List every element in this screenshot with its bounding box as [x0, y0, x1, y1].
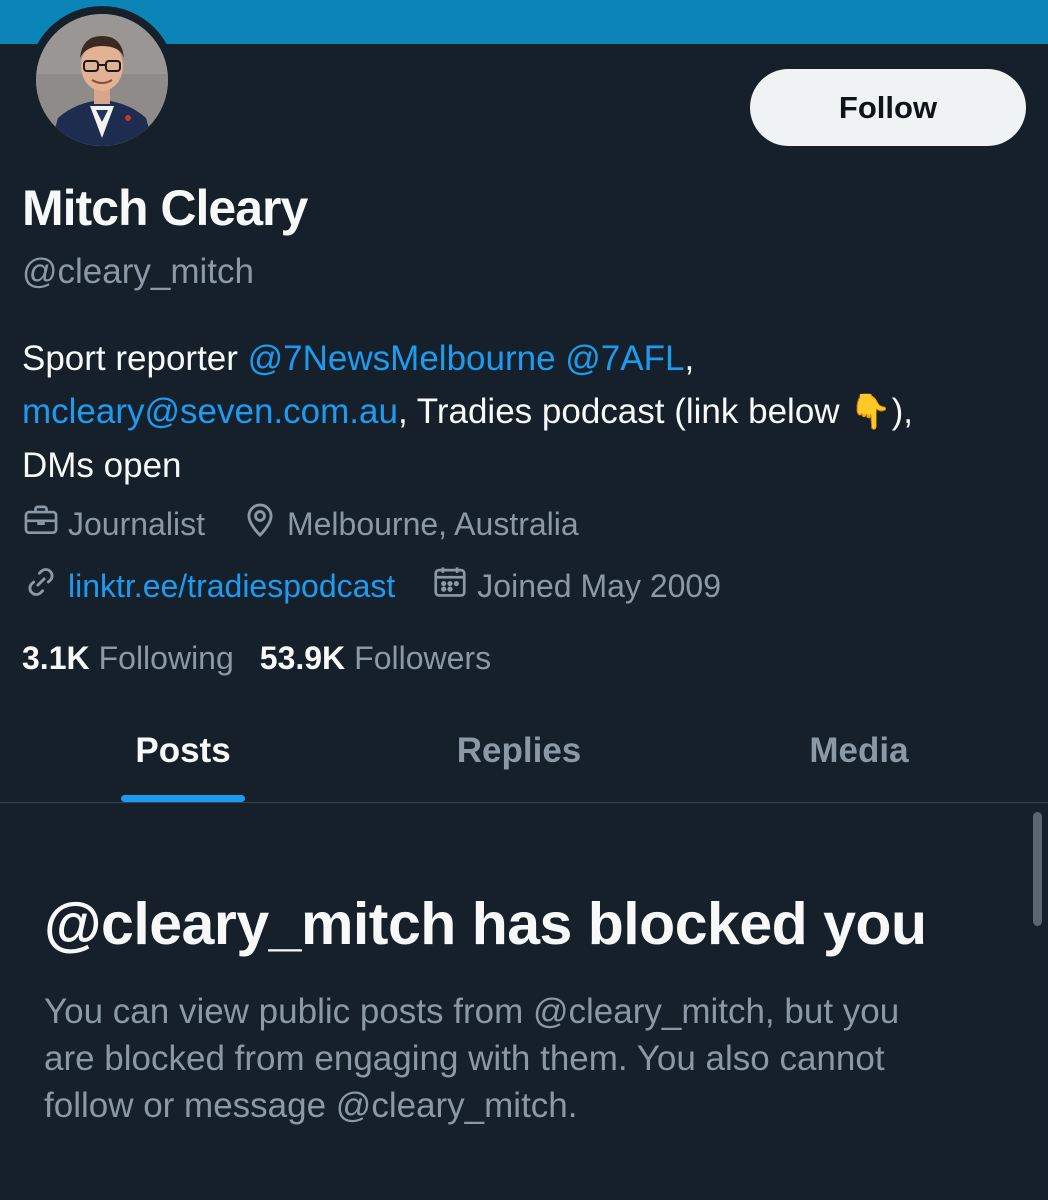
blocked-description-line: You can view public posts from @cleary_m… — [44, 992, 900, 1031]
followers-stat[interactable]: 53.9K Followers — [260, 636, 491, 680]
location-label: Melbourne, Australia — [286, 505, 579, 542]
profile-joined: Joined May 2009 — [431, 563, 721, 609]
profile-meta-row: linktr.ee/tradiespodcast Joined May 2009 — [22, 564, 721, 608]
profile-tabs: Posts Replies Media — [0, 700, 1048, 803]
bio-text: ), — [891, 392, 914, 431]
email-link[interactable]: mcleary@seven.com.au — [22, 392, 398, 431]
link-icon — [22, 563, 68, 609]
followers-count: 53.9K — [259, 640, 346, 676]
blocked-description: You can view public posts from @cleary_m… — [44, 988, 1004, 1129]
tab-media[interactable]: Media — [738, 700, 980, 802]
blocked-description-line: are blocked from engaging with them. You… — [44, 1039, 885, 1078]
category-label: Journalist — [68, 505, 205, 542]
location-pin-icon — [241, 501, 287, 547]
bio-text: , — [684, 339, 695, 378]
follow-button[interactable]: Follow — [750, 69, 1026, 146]
mention-7afl[interactable]: @7AFL — [565, 339, 684, 378]
website-link[interactable]: linktr.ee/tradiespodcast — [68, 568, 395, 605]
bio-text: Sport reporter — [22, 339, 248, 378]
display-name: Mitch Cleary — [22, 180, 308, 236]
following-label: Following — [98, 640, 234, 676]
bio-line-1: Sport reporter @7NewsMelbourne @7AFL, — [22, 332, 1032, 385]
calendar-icon — [431, 563, 477, 609]
followers-label: Followers — [354, 640, 492, 676]
bio-text: , Tradies podcast (link below — [397, 392, 850, 431]
profile-handle: @cleary_mitch — [22, 252, 254, 291]
tab-replies[interactable]: Replies — [398, 700, 640, 802]
profile-category: Journalist — [22, 501, 205, 547]
bio-line-2: mcleary@seven.com.au, Tradies podcast (l… — [22, 385, 1032, 439]
blocked-description-line: follow or message @cleary_mitch. — [44, 1086, 578, 1125]
pointing-down-emoji: 👇 — [849, 393, 892, 431]
avatar-photo — [36, 14, 168, 146]
active-tab-indicator — [121, 795, 245, 802]
follow-stats: 3.1K Following 53.9K Followers — [22, 636, 491, 680]
tab-posts[interactable]: Posts — [62, 700, 304, 802]
avatar[interactable] — [28, 6, 176, 154]
profile-bio: Sport reporter @7NewsMelbourne @7AFL, mc… — [22, 332, 1032, 492]
following-count: 3.1K — [22, 640, 90, 676]
joined-date: Joined May 2009 — [477, 567, 722, 604]
profile-meta-row: Journalist Melbourne, Australia — [22, 502, 579, 546]
briefcase-icon — [22, 501, 68, 547]
bio-line-3: DMs open — [22, 446, 182, 485]
following-stat[interactable]: 3.1K Following — [22, 636, 234, 680]
profile-page: Follow Mitch Cleary @cleary_mitch Sport … — [0, 0, 1048, 1200]
mention-7newsmelbourne[interactable]: @7NewsMelbourne — [248, 339, 556, 378]
scrollbar[interactable] — [1033, 812, 1042, 926]
blocked-title: @cleary_mitch has blocked you — [44, 891, 927, 957]
profile-website[interactable]: linktr.ee/tradiespodcast — [22, 563, 395, 609]
profile-location: Melbourne, Australia — [241, 501, 579, 547]
